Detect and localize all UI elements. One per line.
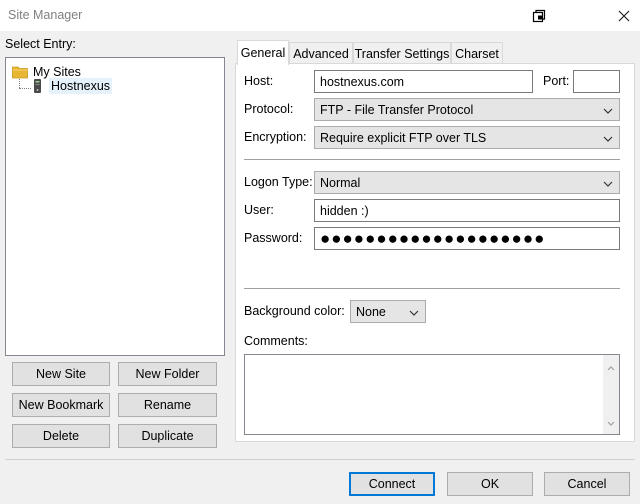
separator: [244, 288, 620, 289]
tab-general[interactable]: General: [237, 40, 289, 65]
protocol-label: Protocol:: [244, 102, 294, 116]
tree-item-hostnexus[interactable]: Hostnexus: [33, 78, 113, 94]
tree-item-label: Hostnexus: [49, 78, 113, 94]
logon-type-select[interactable]: Normal: [314, 171, 620, 194]
scroll-down-icon[interactable]: [607, 415, 615, 429]
separator: [244, 159, 620, 160]
cancel-button[interactable]: Cancel: [544, 472, 630, 496]
ok-button[interactable]: OK: [447, 472, 533, 496]
tab-charset[interactable]: Charset: [451, 42, 503, 64]
password-value: ●●●●●●●●●●●●●●●●●●●●: [320, 229, 546, 248]
tab-transfer-settings[interactable]: Transfer Settings: [353, 42, 451, 64]
chevron-down-icon: [603, 176, 613, 190]
user-label: User:: [244, 203, 274, 217]
logon-type-value: Normal: [320, 175, 361, 190]
tree-connector: [19, 88, 31, 89]
new-bookmark-button[interactable]: New Bookmark: [12, 393, 110, 417]
duplicate-button[interactable]: Duplicate: [118, 424, 217, 448]
tree-folder-label: My Sites: [33, 65, 81, 79]
background-color-select[interactable]: None: [350, 300, 426, 323]
background-color-value: None: [356, 304, 386, 319]
tab-advanced[interactable]: Advanced: [289, 42, 353, 64]
footer-separator: [5, 459, 635, 460]
comments-label: Comments:: [244, 334, 308, 348]
background-color-label: Background color:: [244, 304, 345, 318]
rename-button[interactable]: Rename: [118, 393, 217, 417]
connect-button[interactable]: Connect: [349, 472, 435, 496]
port-input[interactable]: [573, 70, 620, 93]
restore-icon[interactable]: [529, 6, 549, 26]
chevron-down-icon: [409, 305, 419, 319]
scroll-up-icon[interactable]: [607, 360, 615, 374]
select-entry-label: Select Entry:: [5, 37, 76, 51]
close-icon[interactable]: [614, 6, 634, 26]
protocol-select[interactable]: FTP - File Transfer Protocol: [314, 98, 620, 121]
folder-icon: [12, 65, 28, 79]
tree-folder-my-sites[interactable]: My Sites: [12, 65, 81, 79]
host-label: Host:: [244, 74, 274, 88]
encryption-select[interactable]: Require explicit FTP over TLS: [314, 126, 620, 149]
tree-connector: [19, 79, 20, 88]
site-tree[interactable]: My Sites Hostnexus: [5, 57, 225, 356]
delete-button[interactable]: Delete: [12, 424, 110, 448]
chevron-down-icon: [603, 103, 613, 117]
user-input[interactable]: hidden :): [314, 199, 620, 222]
chevron-down-icon: [603, 131, 613, 145]
server-icon: [33, 78, 43, 94]
password-label: Password:: [244, 231, 303, 245]
comments-textarea[interactable]: [244, 354, 620, 435]
host-input[interactable]: hostnexus.com: [314, 70, 533, 93]
window-title: Site Manager: [8, 8, 83, 22]
encryption-value: Require explicit FTP over TLS: [320, 130, 487, 145]
password-input[interactable]: ●●●●●●●●●●●●●●●●●●●●: [314, 227, 620, 250]
logon-type-label: Logon Type:: [244, 175, 313, 189]
encryption-label: Encryption:: [244, 130, 307, 144]
protocol-value: FTP - File Transfer Protocol: [320, 102, 474, 117]
comments-scrollbar[interactable]: [603, 355, 619, 434]
new-site-button[interactable]: New Site: [12, 362, 110, 386]
new-folder-button[interactable]: New Folder: [118, 362, 217, 386]
port-label: Port:: [543, 74, 570, 88]
